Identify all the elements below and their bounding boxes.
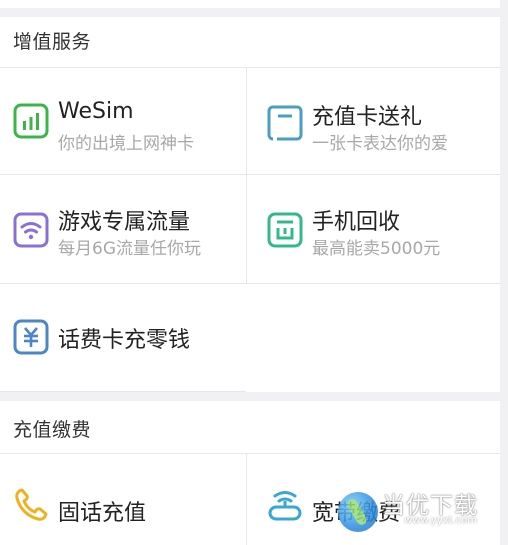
service-title: WeSim: [58, 99, 134, 124]
service-item-landline-recharge[interactable]: 固话充值: [0, 455, 246, 545]
service-title: 充值卡送礼: [312, 105, 423, 130]
divider: [0, 67, 500, 68]
service-title: 游戏专属流量: [58, 210, 191, 235]
service-item-wesim[interactable]: WeSim 你的出境上网神卡: [0, 69, 246, 174]
service-item-phone-recycle[interactable]: 手机回收 最高能卖5000元: [254, 176, 500, 281]
service-subtitle: 你的出境上网神卡: [58, 134, 194, 154]
watermark: 当优下载 www.yyxt.com: [338, 484, 498, 536]
top-card-strip: [0, 0, 500, 8]
divider: [0, 174, 500, 175]
gift-card-icon: [267, 105, 303, 141]
service-item-gift-card[interactable]: 充值卡送礼 一张卡表达你的爱: [254, 69, 500, 174]
watermark-url: www.yyxt.com: [404, 515, 478, 526]
watermark-logo-icon: [338, 492, 378, 532]
service-title: 话费卡充零钱: [58, 328, 191, 353]
service-item-card-to-balance[interactable]: 话费卡充零钱: [0, 284, 246, 389]
divider: [246, 453, 247, 545]
yuan-card-icon: [13, 319, 49, 355]
service-title: 手机回收: [312, 210, 401, 235]
value-added-services-section: 增值服务 WeSim 你的出境上网神卡 充值卡送礼 一张卡表达你的爱 游戏专属流…: [0, 17, 500, 392]
landline-phone-icon: [13, 487, 49, 523]
section-title: 充值缴费: [13, 419, 92, 441]
phone-recycle-icon: [267, 212, 303, 248]
wifi-icon: [13, 212, 49, 248]
section-title: 增值服务: [13, 31, 92, 53]
divider: [246, 67, 247, 283]
service-subtitle: 一张卡表达你的爱: [312, 134, 448, 154]
service-item-game-data[interactable]: 游戏专属流量 每月6G流量任你玩: [0, 176, 246, 281]
service-subtitle: 每月6G流量任你玩: [58, 239, 201, 259]
divider: [0, 391, 246, 392]
broadband-router-icon: [267, 487, 303, 523]
divider: [0, 453, 500, 454]
wesim-icon: [13, 103, 49, 139]
service-page: 增值服务 WeSim 你的出境上网神卡 充值卡送礼 一张卡表达你的爱 游戏专属流…: [0, 0, 508, 545]
service-title: 固话充值: [58, 501, 147, 526]
service-subtitle: 最高能卖5000元: [312, 239, 441, 259]
